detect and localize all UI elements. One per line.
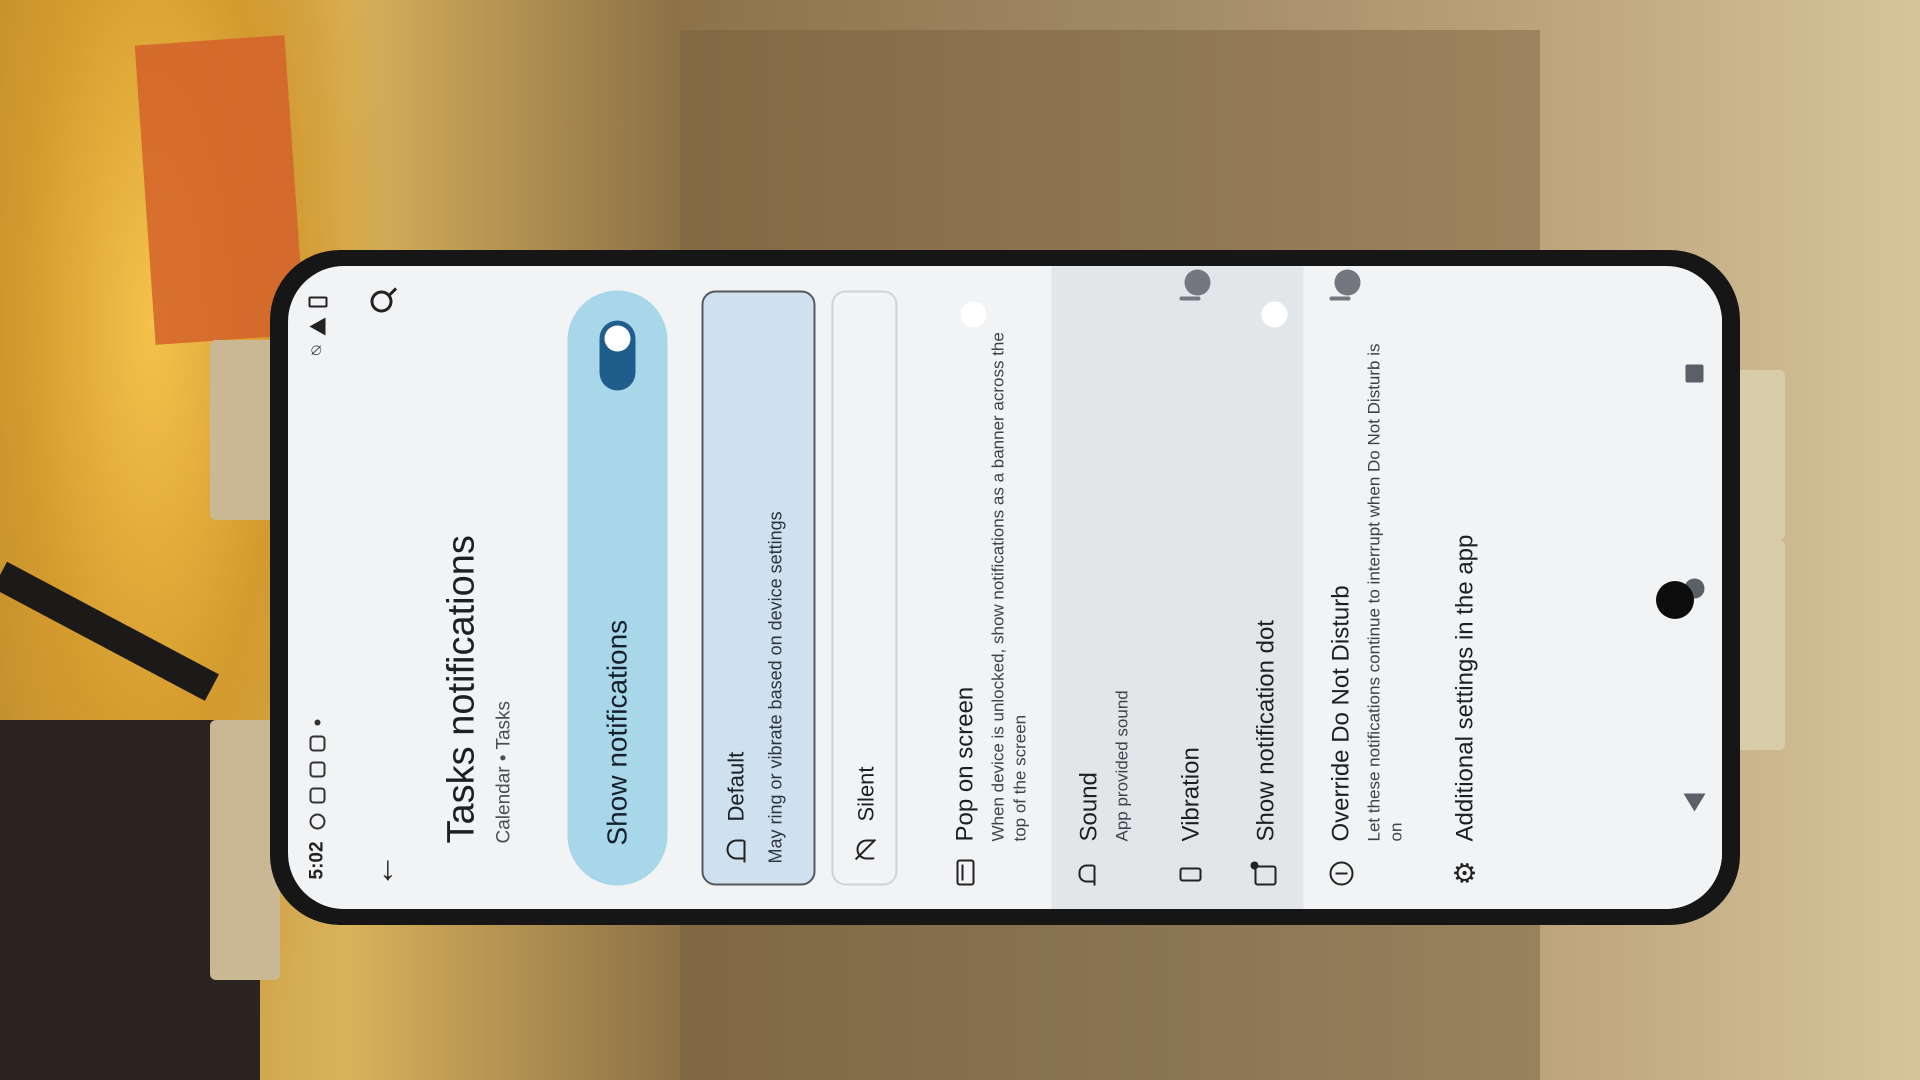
bell-icon <box>1077 863 1099 885</box>
setting-title: Pop on screen <box>951 686 978 841</box>
setting-title: Sound <box>1075 771 1103 841</box>
signal-icon <box>309 317 325 335</box>
top-app-bar: ← <box>346 266 418 909</box>
front-camera <box>1656 581 1694 619</box>
alert-option-silent[interactable]: Silent <box>831 290 897 885</box>
background-shelf-top <box>680 30 1540 260</box>
do-not-disturb-icon <box>1329 861 1354 885</box>
setting-title: Additional settings in the app <box>1451 534 1479 841</box>
phone-screen: 5:02 ⍉ ← Tasks notifications Calendar • … <box>288 266 1722 909</box>
status-bar: 5:02 ⍉ <box>288 266 346 909</box>
status-time: 5:02 <box>306 840 327 879</box>
setting-row-additional-settings[interactable]: ⚙ Additional settings in the app <box>1427 266 1501 909</box>
gear-icon: ⚙ <box>1449 859 1481 885</box>
vibration-icon <box>1179 867 1202 881</box>
settings-group: Sound App provided sound Vibration Show … <box>1051 266 1304 909</box>
arrow-left-icon[interactable]: ← <box>363 843 402 887</box>
status-more-dot-icon <box>314 718 320 725</box>
page-title: Tasks notifications <box>440 534 482 843</box>
battery-icon <box>307 296 327 307</box>
setting-title: Vibration <box>1177 746 1205 841</box>
status-app-icon <box>309 734 325 751</box>
setting-title: Show notification dot <box>1252 619 1280 841</box>
show-notifications-switch[interactable] <box>599 320 635 390</box>
status-app-icon <box>309 786 325 803</box>
status-app-icon <box>309 812 325 829</box>
setting-row-override-dnd[interactable]: Override Do Not Disturb Let these notifi… <box>1303 266 1427 909</box>
switch-knob <box>604 325 630 351</box>
setting-row-sound[interactable]: Sound App provided sound <box>1051 266 1153 909</box>
popup-icon <box>956 859 974 885</box>
status-notification-icons <box>309 718 325 829</box>
phone-device: 5:02 ⍉ ← Tasks notifications Calendar • … <box>270 250 1740 925</box>
alert-option-description: May ring or vibrate based on device sett… <box>765 510 785 863</box>
show-notifications-label: Show notifications <box>601 619 632 845</box>
bell-off-icon <box>854 837 878 863</box>
status-system-icons: ⍉ <box>307 296 327 355</box>
page-subtitle: Calendar • Tasks <box>493 700 514 843</box>
nav-recents-icon[interactable] <box>1685 363 1703 382</box>
setting-row-notification-dot[interactable]: Show notification dot <box>1228 266 1303 909</box>
show-notifications-toggle-row[interactable]: Show notifications <box>567 290 667 885</box>
notification-settings-app: 5:02 ⍉ ← Tasks notifications Calendar • … <box>288 266 1722 909</box>
switch-knob <box>960 301 986 327</box>
setting-description: App provided sound <box>1112 689 1132 841</box>
setting-row-pop-on-screen[interactable]: Pop on screen When device is unlocked, s… <box>927 266 1051 909</box>
alert-option-label: Default <box>723 751 748 821</box>
bell-icon <box>724 837 748 863</box>
nav-back-icon[interactable] <box>1683 793 1705 812</box>
notification-dot-icon <box>1254 865 1277 885</box>
vibration-switch[interactable] <box>1179 269 1211 300</box>
search-icon[interactable] <box>370 288 394 312</box>
override-dnd-switch[interactable] <box>1329 269 1361 300</box>
switch-knob <box>1184 269 1211 295</box>
alert-option-default[interactable]: Default May ring or vibrate based on dev… <box>701 290 815 885</box>
switch-knob <box>1334 269 1361 295</box>
setting-title: Override Do Not Disturb <box>1327 584 1355 841</box>
background-shelf-bottom <box>680 900 1540 1080</box>
setting-description: Let these notifications continue to inte… <box>1364 343 1406 841</box>
dnd-off-icon: ⍉ <box>308 345 325 355</box>
alert-option-label: Silent <box>853 765 878 821</box>
setting-row-vibration[interactable]: Vibration <box>1153 266 1228 909</box>
switch-knob <box>1261 301 1288 327</box>
setting-description: When device is unlocked, show notificati… <box>988 331 1030 841</box>
status-app-icon <box>309 760 325 777</box>
